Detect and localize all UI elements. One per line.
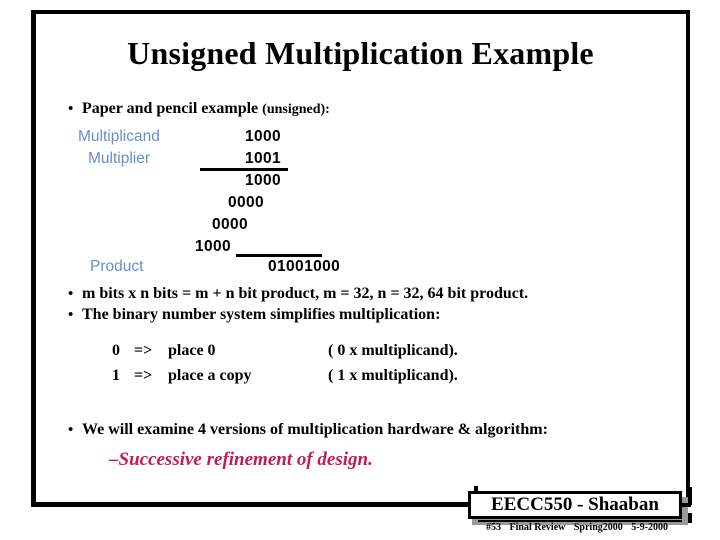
list-item: 0 => place 0 ( 0 x multiplicand). — [112, 342, 458, 367]
bullet-binary-system-label: The binary number system simplifies mult… — [82, 306, 441, 323]
bullet-paper-pencil: • Paper and pencil example (unsigned): — [68, 100, 330, 118]
badge-course-title: EECC550 - Shaaban — [491, 494, 659, 515]
bullet-marker-icon: • — [68, 286, 74, 302]
bullet-bit-width: • m bits x n bits = m + n bit product, m… — [68, 285, 528, 303]
footer-date: 5-9-2000 — [631, 522, 668, 533]
product-label: Product — [90, 258, 144, 275]
bullet-paper-pencil-label: Paper and pencil example (unsigned): — [82, 100, 330, 118]
badge-tick-left — [459, 503, 468, 507]
long-multiplication-worked-example: Multiplicand Multiplier Product 1000 100… — [60, 124, 420, 279]
rule-arrow-icon: => — [134, 367, 153, 384]
bullet-four-versions-label: We will examine 4 versions of multiplica… — [82, 421, 548, 438]
badge-box: EECC550 - Shaaban — [468, 491, 682, 519]
bullet-bit-width-label: m bits x n bits = m + n bit product, m =… — [82, 285, 529, 302]
bullet-marker-icon: • — [68, 307, 74, 323]
partial-product-row-4: 1000 — [195, 238, 232, 255]
multiplicand-label: Multiplicand — [78, 128, 160, 145]
multiplication-rules-list: 0 => place 0 ( 0 x multiplicand). 1 => p… — [112, 342, 458, 392]
footer-term: Spring2000 — [573, 522, 623, 533]
operands-divider-rule — [200, 168, 288, 171]
partial-product-row-1: 1000 — [245, 172, 282, 189]
badge-stub-bottom-right — [688, 513, 692, 523]
bullet-marker-icon: • — [68, 422, 74, 438]
rule-bit-value: 0 — [112, 342, 120, 359]
footer-course-part: Final Review — [509, 522, 566, 533]
list-item: 1 => place a copy ( 1 x multiplicand). — [112, 367, 458, 392]
badge-tick-right — [682, 503, 691, 507]
footer-badge: EECC550 - Shaaban #53 Final Review Sprin… — [459, 486, 694, 537]
product-value: 01001000 — [268, 258, 341, 275]
rule-action: place a copy — [168, 367, 252, 384]
product-divider-rule — [236, 254, 322, 257]
rule-note: ( 0 x multiplicand). — [328, 342, 458, 359]
rule-bit-value: 1 — [112, 367, 120, 384]
multiplier-label: Multiplier — [88, 150, 151, 167]
partial-product-row-2: 0000 — [228, 194, 265, 211]
bullet-marker-icon: • — [68, 101, 74, 117]
multiplicand-value: 1000 — [245, 128, 282, 145]
partial-product-row-3: 0000 — [212, 216, 249, 233]
page-title: Unsigned Multiplication Example — [127, 35, 594, 71]
footer-metadata: #53 Final Review Spring2000 5-9-2000 — [466, 522, 688, 533]
bullet-four-versions: • We will examine 4 versions of multipli… — [68, 421, 548, 439]
rule-note: ( 1 x multiplicand). — [328, 367, 458, 384]
rule-action: place 0 — [168, 342, 216, 359]
multiplier-value: 1001 — [245, 150, 282, 167]
bullet-paper-pencil-qualifier: (unsigned): — [262, 102, 330, 117]
bullet-binary-system: • The binary number system simplifies mu… — [68, 306, 440, 324]
bullet-paper-pencil-main-text: Paper and pencil example — [82, 100, 263, 117]
footer-slide-number: #53 — [486, 522, 502, 533]
rule-arrow-icon: => — [134, 342, 153, 359]
sub-bullet-successive-refinement: –Successive refinement of design. — [109, 449, 373, 470]
